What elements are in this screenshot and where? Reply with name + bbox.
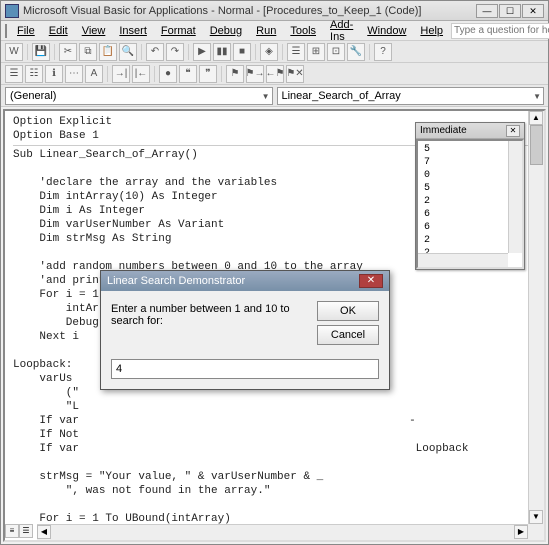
menu-insert[interactable]: Insert — [113, 23, 153, 39]
menu-window[interactable]: Window — [361, 23, 412, 39]
horizontal-scrollbar[interactable]: ◀ ▶ — [37, 524, 528, 540]
object-selector[interactable]: (General) — [5, 87, 273, 105]
complete-word-icon[interactable]: A — [85, 65, 103, 83]
window-title: Microsoft Visual Basic for Applications … — [23, 5, 476, 17]
cancel-button[interactable]: Cancel — [317, 325, 379, 345]
find-icon[interactable]: 🔍 — [119, 43, 137, 61]
immediate-vscroll[interactable] — [508, 141, 522, 253]
dialog-title: Linear Search Demonstrator — [107, 275, 245, 287]
immediate-window[interactable]: Immediate ✕ 5 7 0 5 2 6 6 2 2 — [415, 122, 525, 270]
immediate-line: 2 — [424, 195, 516, 208]
immediate-line: 5 — [424, 143, 516, 156]
close-button[interactable]: ✕ — [522, 4, 544, 18]
view-word-icon[interactable]: W — [5, 43, 23, 61]
run-icon[interactable]: ▶ — [193, 43, 211, 61]
ok-button[interactable]: OK — [317, 301, 379, 321]
scroll-right-icon[interactable]: ▶ — [514, 525, 528, 539]
immediate-line: 2 — [424, 234, 516, 247]
menu-view[interactable]: View — [76, 23, 112, 39]
menu-edit[interactable]: Edit — [43, 23, 74, 39]
help-search-input[interactable] — [451, 23, 549, 39]
parameter-info-icon[interactable]: ⋯ — [65, 65, 83, 83]
design-mode-icon[interactable]: ◈ — [260, 43, 278, 61]
full-module-view-icon[interactable]: ☰ — [19, 524, 33, 538]
reset-icon[interactable]: ■ — [233, 43, 251, 61]
dialog-close-icon[interactable]: ✕ — [359, 274, 383, 288]
immediate-close-icon[interactable]: ✕ — [506, 125, 520, 137]
help-icon[interactable]: ? — [374, 43, 392, 61]
vertical-scrollbar[interactable]: ▲ ▼ — [528, 111, 544, 524]
scroll-up-icon[interactable]: ▲ — [529, 111, 543, 125]
procedure-selector[interactable]: Linear_Search_of_Array — [277, 87, 545, 105]
scroll-left-icon[interactable]: ◀ — [37, 525, 51, 539]
object-browser-icon[interactable]: ⊡ — [327, 43, 345, 61]
immediate-line: 0 — [424, 169, 516, 182]
immediate-title: Immediate — [420, 125, 467, 136]
procedure-view-icon[interactable]: ≡ — [5, 524, 19, 538]
menu-file[interactable]: File — [11, 23, 41, 39]
immediate-line: 6 — [424, 221, 516, 234]
dialog-input[interactable] — [111, 359, 379, 379]
next-bookmark-icon[interactable]: ⚑→ — [246, 65, 264, 83]
save-icon[interactable]: 💾 — [32, 43, 50, 61]
system-menu-icon[interactable] — [5, 24, 7, 38]
scroll-thumb[interactable] — [530, 125, 543, 165]
menubar: File Edit View Insert Format Debug Run T… — [1, 21, 548, 41]
quick-info-icon[interactable]: ℹ — [45, 65, 63, 83]
break-icon[interactable]: ▮▮ — [213, 43, 231, 61]
immediate-body[interactable]: 5 7 0 5 2 6 6 2 2 — [416, 139, 524, 269]
dialog-titlebar[interactable]: Linear Search Demonstrator ✕ — [101, 271, 389, 291]
immediate-line: 6 — [424, 208, 516, 221]
titlebar[interactable]: Microsoft Visual Basic for Applications … — [1, 1, 548, 21]
undo-icon[interactable]: ↶ — [146, 43, 164, 61]
dialog-prompt: Enter a number between 1 and 10 to searc… — [111, 301, 309, 327]
scroll-down-icon[interactable]: ▼ — [529, 510, 543, 524]
prev-bookmark-icon[interactable]: ←⚑ — [266, 65, 284, 83]
list-properties-icon[interactable]: ☰ — [5, 65, 23, 83]
menu-run[interactable]: Run — [250, 23, 282, 39]
comment-icon[interactable]: ❝ — [179, 65, 197, 83]
immediate-hscroll[interactable] — [418, 253, 508, 267]
properties-icon[interactable]: ⊞ — [307, 43, 325, 61]
immediate-titlebar[interactable]: Immediate ✕ — [416, 123, 524, 139]
immediate-line: 5 — [424, 182, 516, 195]
menu-format[interactable]: Format — [155, 23, 202, 39]
menu-help[interactable]: Help — [414, 23, 449, 39]
cut-icon[interactable]: ✂ — [59, 43, 77, 61]
bookmark-icon[interactable]: ⚑ — [226, 65, 244, 83]
uncomment-icon[interactable]: ❞ — [199, 65, 217, 83]
menu-debug[interactable]: Debug — [204, 23, 248, 39]
outdent-icon[interactable]: |← — [132, 65, 150, 83]
standard-toolbar: W 💾 ✂ ⧉ 📋 🔍 ↶ ↷ ▶ ▮▮ ■ ◈ ☰ ⊞ ⊡ 🔧 ? — [1, 41, 548, 63]
scroll-corner — [528, 524, 544, 540]
clear-bookmarks-icon[interactable]: ⚑✕ — [286, 65, 304, 83]
list-constants-icon[interactable]: ☷ — [25, 65, 43, 83]
breakpoint-icon[interactable]: ● — [159, 65, 177, 83]
maximize-button[interactable]: ☐ — [499, 4, 521, 18]
immediate-line: 7 — [424, 156, 516, 169]
inputbox-dialog: Linear Search Demonstrator ✕ Enter a num… — [100, 270, 390, 390]
menu-tools[interactable]: Tools — [284, 23, 322, 39]
project-explorer-icon[interactable]: ☰ — [287, 43, 305, 61]
redo-icon[interactable]: ↷ — [166, 43, 184, 61]
app-icon — [5, 4, 19, 18]
toolbox-icon[interactable]: 🔧 — [347, 43, 365, 61]
minimize-button[interactable]: — — [476, 4, 498, 18]
indent-icon[interactable]: →| — [112, 65, 130, 83]
code-selectors: (General) Linear_Search_of_Array — [1, 85, 548, 107]
edit-toolbar: ☰ ☷ ℹ ⋯ A →| |← ● ❝ ❞ ⚑ ⚑→ ←⚑ ⚑✕ — [1, 63, 548, 85]
copy-icon[interactable]: ⧉ — [79, 43, 97, 61]
paste-icon[interactable]: 📋 — [99, 43, 117, 61]
